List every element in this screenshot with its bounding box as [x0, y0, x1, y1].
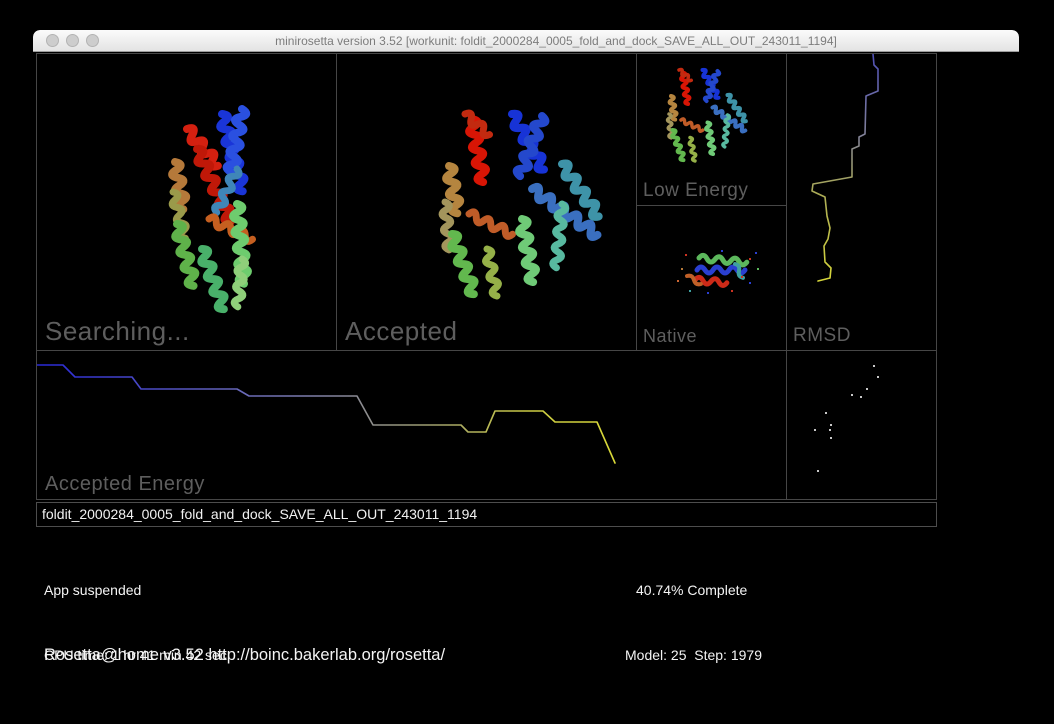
close-button[interactable] [46, 34, 59, 47]
title-bar[interactable]: minirosetta version 3.52 [workunit: fold… [33, 30, 1019, 52]
accepted-energy-panel: Accepted Energy [37, 351, 786, 499]
minirosetta-window: minirosetta version 3.52 [workunit: fold… [33, 30, 1019, 676]
window-title: minirosetta version 3.52 [workunit: fold… [113, 30, 999, 52]
rmsd-energy-scatter-chart [787, 351, 936, 499]
app-status-text: App suspended [44, 580, 367, 602]
accepted-energy-label: Accepted Energy [45, 473, 205, 496]
minimize-button[interactable] [66, 34, 79, 47]
scatter-panel [787, 351, 936, 499]
model-step-text: Model: 25 Step: 1979 [625, 645, 801, 667]
searching-protein-view [37, 54, 336, 350]
rmsd-label: RMSD [793, 325, 851, 347]
rmsd-panel: RMSD [787, 54, 936, 350]
accepted-panel: Accepted [337, 54, 636, 350]
status-right-block: 40.74% Complete Model: 25 Step: 1979 Acc… [625, 537, 801, 676]
native-panel: Native [637, 206, 786, 350]
accepted-label: Accepted [345, 316, 457, 347]
workunit-bar: foldit_2000284_0005_fold_and_dock_SAVE_A… [36, 502, 937, 527]
percent-complete-text: 40.74% Complete [625, 580, 801, 602]
native-label: Native [643, 326, 697, 347]
zoom-button[interactable] [86, 34, 99, 47]
workunit-name: foldit_2000284_0005_fold_and_dock_SAVE_A… [37, 503, 936, 526]
rmsd-chart [787, 54, 936, 350]
low-energy-panel: Low Energy [637, 54, 786, 205]
footer-text: Rosetta@home v3.52 http://boinc.bakerlab… [44, 646, 445, 665]
searching-label: Searching... [45, 316, 190, 347]
graphics-grid: Searching... Accepted Low Energy Native … [36, 53, 937, 500]
low-energy-label: Low Energy [643, 180, 748, 202]
searching-panel: Searching... [37, 54, 336, 350]
accepted-protein-view [337, 54, 636, 350]
